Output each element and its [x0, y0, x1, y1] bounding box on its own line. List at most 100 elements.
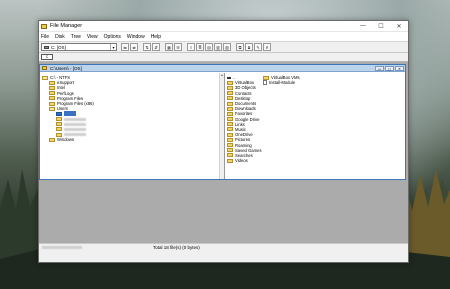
file-list-column-1: .. VirtualBox 3D Objects Contacts Desktop Doc…	[227, 75, 262, 163]
file-manager-window: File Manager — ☐ ✕ File Disk Tree View O…	[38, 20, 409, 263]
folder-open-icon	[42, 75, 48, 80]
large-icons-button[interactable]: ▦	[165, 43, 173, 51]
folder-icon	[56, 117, 62, 122]
drive-c-tab[interactable]: C	[41, 54, 53, 60]
tree-scrollbar[interactable]: ▲	[219, 73, 224, 179]
rename-button[interactable]: ✎	[254, 43, 262, 51]
delete-icon: ✗	[265, 44, 269, 50]
tree-item-redacted-label	[64, 117, 86, 121]
directory-tree-pane: C:\ - NTFS eSupport Intel PerfLogs Program F…	[40, 73, 225, 179]
menu-file[interactable]: File	[41, 34, 49, 40]
menu-help[interactable]: Help	[151, 34, 161, 40]
tree-item-label: Windows	[57, 137, 74, 143]
status-bar: Total 18 file(s) (0 bytes)	[39, 243, 408, 251]
drive-bar: C	[39, 53, 408, 62]
copy-button[interactable]: ⧉	[236, 43, 244, 51]
tree-item[interactable]: Windows	[42, 137, 224, 142]
document-icon	[263, 80, 267, 86]
sort-date-button[interactable]: ▧	[223, 43, 231, 51]
title-bar: File Manager — ☐ ✕	[39, 21, 408, 32]
file-list-pane: .. VirtualBox 3D Objects Contacts Desktop Doc…	[225, 73, 405, 179]
sort-name-icon: ≣	[198, 44, 202, 50]
folder-icon	[49, 137, 55, 142]
folder-icon	[227, 153, 233, 158]
list-view-button[interactable]: ☰	[174, 43, 182, 51]
menu-view[interactable]: View	[87, 34, 98, 40]
sort-name-button[interactable]: ≣	[196, 43, 204, 51]
menu-tree[interactable]: Tree	[71, 34, 81, 40]
folder-icon	[227, 122, 233, 127]
disconnect-icon: ⇄	[132, 44, 136, 50]
share-button[interactable]: ⇅	[143, 43, 151, 51]
disconnect-drive-button[interactable]: ⇄	[130, 43, 138, 51]
sort-type-button[interactable]: ▤	[205, 43, 213, 51]
folder-icon	[227, 80, 233, 85]
tree-item-redacted-label	[64, 122, 86, 126]
maximize-button[interactable]: ☐	[372, 21, 390, 31]
folder-icon	[56, 132, 62, 137]
status-left	[39, 245, 147, 250]
drive-select[interactable]: C: [OS] ▾	[41, 43, 117, 51]
delete-button[interactable]: ✗	[263, 43, 271, 51]
folder-icon	[49, 85, 55, 90]
menu-disk[interactable]: Disk	[55, 34, 65, 40]
directory-tree: C:\ - NTFS eSupport Intel PerfLogs Program F…	[40, 73, 224, 142]
folder-icon	[227, 143, 233, 148]
folder-icon	[49, 101, 55, 106]
drive-c-label: C	[45, 55, 49, 59]
grid-icon: ▦	[167, 44, 171, 50]
folder-icon	[42, 66, 47, 70]
toolbar: C: [OS] ▾ ⇆ ⇄ ⇅ ⇵ ▦ ☰ ≡ ≣ ▤ ▥ ▧ ⧉ ⧈ ✎ ✗	[39, 41, 408, 53]
mdi-workspace: C:\Users\ - [OS] ▭ ◻ ✕ C:\ - NTFS eSuppor…	[39, 62, 408, 251]
stop-share-button[interactable]: ⇵	[152, 43, 160, 51]
folder-icon	[263, 75, 269, 80]
child-close-button[interactable]: ✕	[395, 65, 404, 71]
sort-type-icon: ▤	[207, 44, 211, 50]
copy-icon: ⧉	[238, 44, 242, 50]
sort-size-button[interactable]: ▥	[214, 43, 222, 51]
folder-icon	[227, 96, 233, 101]
details-icon: ≡	[189, 44, 193, 50]
menu-window[interactable]: Window	[127, 34, 145, 40]
close-button[interactable]: ✕	[390, 21, 408, 31]
details-view-button[interactable]: ≡	[187, 43, 195, 51]
network-drive-icon: ⇆	[123, 44, 127, 50]
file-list-item-label: Videos	[235, 158, 248, 164]
folder-open-icon	[49, 106, 55, 111]
child-maximize-button[interactable]: ◻	[385, 65, 394, 71]
folder-icon	[56, 122, 62, 127]
folder-icon	[49, 96, 55, 101]
status-total: Total 18 file(s) (0 bytes)	[153, 245, 200, 250]
move-icon: ⧈	[247, 44, 251, 50]
drive-select-value: C: [OS]	[51, 44, 66, 50]
tree-item-redacted-label	[64, 133, 86, 137]
sort-size-icon: ▥	[216, 44, 220, 50]
folder-icon	[227, 137, 233, 142]
menu-options[interactable]: Options	[104, 34, 121, 40]
list-icon: ☰	[176, 44, 180, 50]
folder-icon	[227, 148, 233, 153]
folder-icon	[227, 158, 233, 163]
status-redacted	[42, 246, 82, 249]
file-list-item[interactable]: Videos	[227, 158, 262, 163]
file-list-item[interactable]: Install-Module	[263, 80, 300, 86]
tree-item-selected-label	[64, 111, 76, 117]
folder-icon	[49, 80, 55, 85]
minimize-button[interactable]: —	[354, 21, 372, 31]
share-icon: ⇅	[145, 44, 149, 50]
child-minimize-button[interactable]: ▭	[375, 65, 384, 71]
rename-icon: ✎	[256, 44, 260, 50]
chevron-down-icon[interactable]: ▾	[110, 44, 116, 50]
directory-window-titlebar: C:\Users\ - [OS] ▭ ◻ ✕	[40, 65, 405, 72]
directory-window: C:\Users\ - [OS] ▭ ◻ ✕ C:\ - NTFS eSuppor…	[39, 64, 406, 180]
folder-icon	[227, 91, 233, 96]
folder-icon	[227, 101, 233, 106]
folder-icon	[227, 132, 233, 137]
scroll-up-icon[interactable]: ▲	[220, 73, 224, 78]
tree-item-redacted-label	[64, 127, 86, 131]
parent-folder-icon	[227, 76, 231, 79]
directory-window-title: C:\Users\ - [OS]	[50, 65, 82, 71]
connect-drive-button[interactable]: ⇆	[121, 43, 129, 51]
move-button[interactable]: ⧈	[245, 43, 253, 51]
window-title: File Manager	[50, 23, 83, 29]
